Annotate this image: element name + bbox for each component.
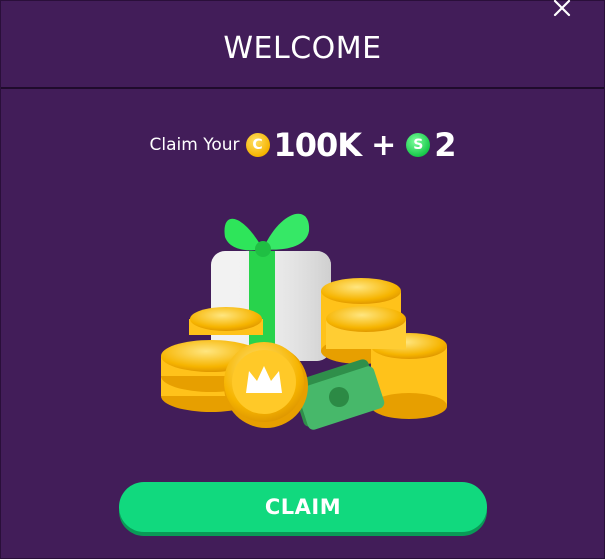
welcome-modal: WELCOME Claim Your C 100K + S 2 CLAIM: [0, 0, 605, 559]
claim-button[interactable]: CLAIM: [119, 482, 487, 532]
claim-label: Claim Your: [149, 135, 240, 155]
gold-coin-amount: 100K: [273, 126, 363, 164]
sweeps-coin-amount: 2: [434, 126, 456, 164]
gift-coins-illustration: [161, 213, 447, 430]
close-icon: [553, 0, 571, 17]
close-button[interactable]: [549, 0, 575, 21]
sweeps-coin-icon: S: [406, 133, 431, 157]
modal-header: WELCOME: [1, 1, 604, 89]
gift-box-icon: [211, 213, 331, 361]
gold-coin-icon: C: [245, 133, 270, 157]
reward-line: Claim Your C 100K + S 2: [1, 125, 604, 165]
modal-title: WELCOME: [223, 31, 382, 66]
plus-sign: +: [371, 127, 397, 163]
